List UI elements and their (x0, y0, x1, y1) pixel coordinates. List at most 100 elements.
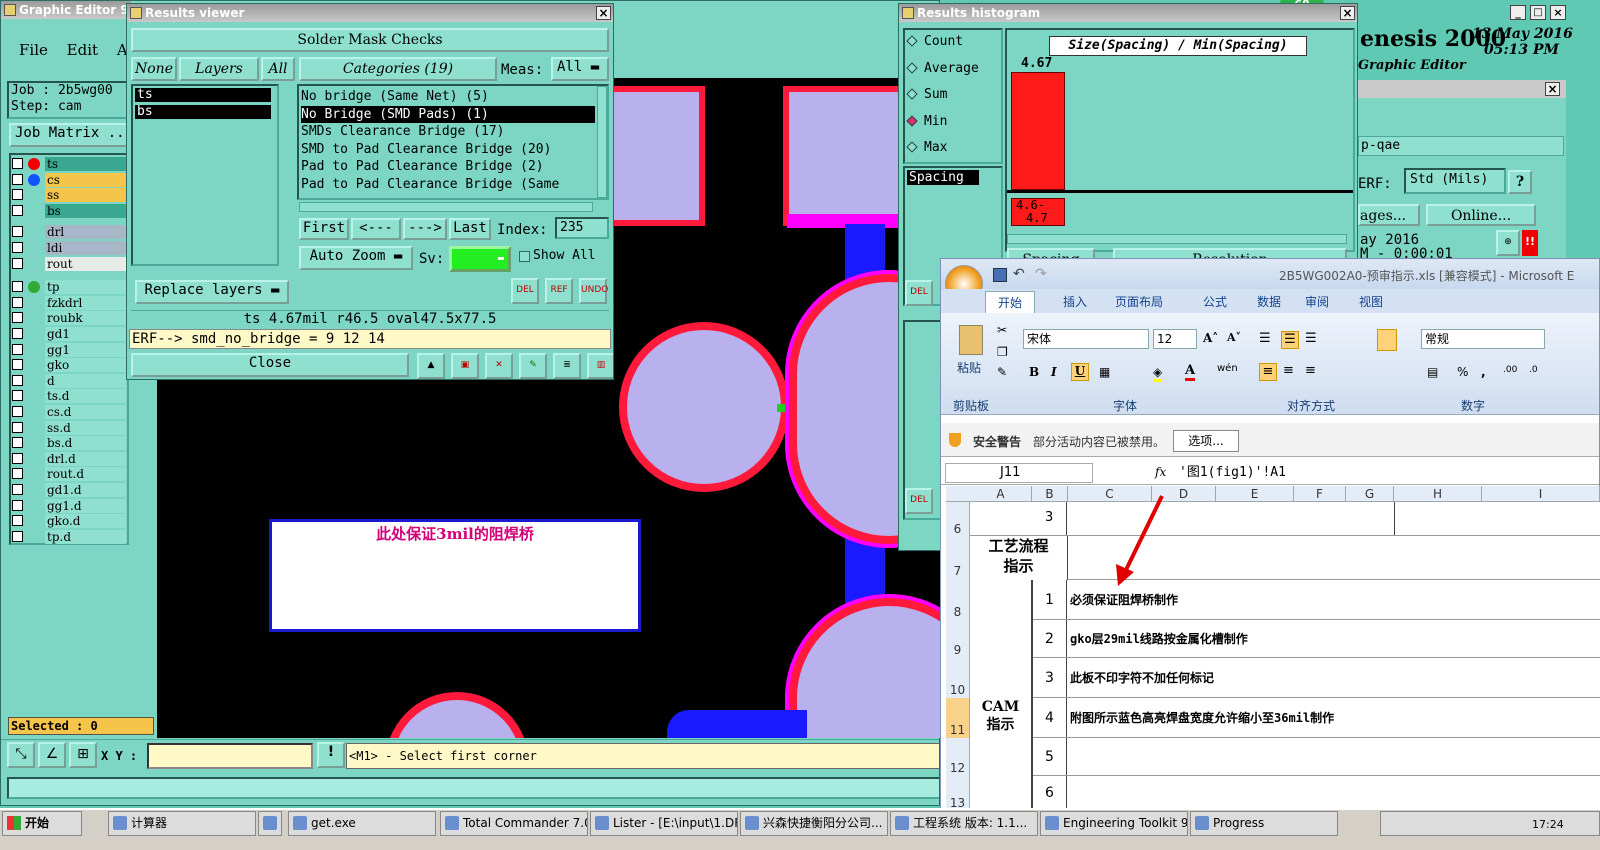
comma-icon[interactable]: , (1481, 365, 1486, 379)
excel-row[interactable]: 10 3 此板不印字符不加任何标记 (946, 658, 1600, 698)
grid-icon[interactable]: ⊞ (69, 742, 97, 768)
layer-row-fzkdrl[interactable]: fzkdrl (11, 295, 126, 311)
row-number[interactable]: 9 (946, 620, 970, 658)
menu-file[interactable]: File (19, 41, 48, 59)
layer-checkbox[interactable] (12, 173, 23, 185)
aggregate-option-sum[interactable]: Sum (906, 87, 947, 103)
copy-icon[interactable]: ❐ (997, 345, 1008, 359)
formula-input[interactable]: '图1(fig1)'!A1 (1179, 464, 1599, 482)
taskbar-item-1[interactable] (258, 811, 282, 836)
layer-checkbox[interactable] (12, 452, 23, 464)
aggregate-option-min[interactable]: Min (906, 114, 947, 130)
column-header-A[interactable]: A (970, 486, 1032, 502)
category-item[interactable]: Pad to Pad Clearance Bridge (Same (301, 176, 595, 193)
layer-row-tp[interactable]: tp (11, 280, 126, 295)
layer-result-ts[interactable]: ts (135, 88, 271, 102)
border-icon[interactable]: ▦ (1099, 365, 1110, 379)
layer-row-drl[interactable]: drl (11, 225, 126, 240)
ref-icon[interactable]: REF (545, 278, 573, 304)
align-left-icon[interactable]: ≡ (1259, 363, 1277, 381)
layer-row-gg1-d[interactable]: gg1.d (11, 498, 126, 514)
layer-checkbox[interactable] (12, 296, 23, 308)
bold-icon[interactable]: B (1029, 365, 1039, 379)
wrap-text-icon[interactable] (1377, 329, 1397, 351)
job-matrix-button[interactable]: Job Matrix .. (9, 123, 129, 147)
format-painter-icon[interactable]: ✎ (997, 365, 1007, 379)
taskbar-item-7[interactable]: Engineering Toolkit 9.0... (1040, 811, 1188, 836)
row-number[interactable]: 10 (946, 658, 970, 698)
layer-row-bs-d[interactable]: bs.d (11, 436, 126, 451)
alert-red-icon[interactable]: !! (1522, 230, 1538, 256)
layer-checkbox[interactable] (12, 499, 23, 511)
tab-none[interactable]: None (131, 57, 177, 81)
field-spacing[interactable]: Spacing (907, 170, 979, 185)
column-header-F[interactable]: F (1294, 486, 1346, 502)
delete-red-icon[interactable]: ✕ (485, 353, 513, 379)
layer-row-tp-d[interactable]: tp.d (11, 529, 126, 545)
categories-button[interactable]: Categories (19) (299, 57, 497, 81)
ribbon-tab-3[interactable]: 公式 (1191, 291, 1239, 312)
show-all-checkbox[interactable] (519, 251, 530, 262)
category-item[interactable]: SMDs Clearance Bridge (17) (301, 123, 595, 140)
layer-row-gko-d[interactable]: gko.d (11, 514, 126, 529)
category-item[interactable]: No Bridge (SMD Pads) (1) (301, 105, 595, 123)
close-button[interactable]: Close (131, 353, 409, 377)
column-header-E[interactable]: E (1216, 486, 1294, 502)
zoom-fit-icon[interactable]: ⤡ (7, 742, 35, 768)
quick-access-redo-icon[interactable]: ↷ (1035, 266, 1047, 282)
ribbon-tab-6[interactable]: 视图 (1347, 291, 1395, 312)
column-header-I[interactable]: I (1482, 486, 1600, 502)
column-header-G[interactable]: G (1346, 486, 1394, 502)
layer-checkbox[interactable] (12, 257, 23, 269)
meas-dropdown[interactable]: All ▬ (551, 57, 609, 81)
currency-icon[interactable]: ▤ (1427, 365, 1438, 379)
percent-icon[interactable]: % (1457, 365, 1468, 379)
next-button[interactable]: ---> (403, 218, 447, 240)
aggregate-option-average[interactable]: Average (906, 61, 979, 77)
layer-row-ldi[interactable]: ldi (11, 241, 126, 256)
quick-access-save-icon[interactable] (993, 268, 1007, 282)
layer-checkbox[interactable] (12, 328, 23, 339)
layer-checkbox[interactable] (12, 226, 23, 238)
menu-edit[interactable]: Edit (67, 41, 98, 59)
histogram-del-icon[interactable]: DEL (905, 280, 933, 306)
layer-checkbox[interactable] (12, 390, 23, 402)
taskbar-item-0[interactable]: 计算器 (108, 811, 256, 836)
side-help-button[interactable]: ? (1508, 170, 1532, 194)
paste-label[interactable]: 粘贴 (957, 359, 981, 376)
align-bottom-icon[interactable]: ☰ (1305, 331, 1317, 346)
row-number[interactable]: 6 (946, 502, 970, 536)
layer-checkbox[interactable] (12, 406, 23, 417)
auto-zoom-dropdown[interactable]: Auto Zoom ▬ (299, 246, 413, 270)
layer-checkbox[interactable] (12, 530, 23, 542)
ribbon-tab-4[interactable]: 数据 (1245, 291, 1293, 312)
shrink-font-icon[interactable]: A˅ (1227, 331, 1241, 344)
close-icon[interactable]: × (1545, 82, 1560, 96)
italic-icon[interactable]: I (1051, 365, 1057, 379)
decrease-decimal-icon[interactable]: .0 (1529, 365, 1538, 375)
increase-decimal-icon[interactable]: .00 (1503, 365, 1517, 375)
close-icon[interactable]: × (1550, 5, 1566, 20)
measure-icon[interactable]: ∠ (38, 742, 66, 768)
aggregate-option-max[interactable]: Max (906, 140, 947, 156)
taskbar-item-4[interactable]: Lister - [E:\input\1.DRR] (590, 811, 738, 836)
cell-item-number[interactable]: 2 (1032, 620, 1066, 658)
replace-layers-dropdown[interactable]: Replace layers ▬ (135, 280, 289, 304)
layer-checkbox[interactable] (12, 421, 23, 433)
layer-row-gko[interactable]: gko (11, 358, 126, 373)
tab-layers[interactable]: Layers (179, 57, 259, 81)
alert-icon[interactable]: ! (317, 742, 345, 768)
layer-row-roubk[interactable]: roubk (11, 311, 126, 326)
layer-checkbox[interactable] (12, 312, 23, 324)
column-header-H[interactable]: H (1394, 486, 1482, 502)
first-button[interactable]: First (299, 218, 349, 240)
screen-icon[interactable]: ▣ (451, 353, 479, 379)
row-number[interactable]: 8 (946, 580, 970, 620)
undo-icon[interactable]: UNDO (579, 278, 608, 304)
zoom-in-icon[interactable]: ⊕ (1496, 230, 1520, 256)
histogram-del-icon-2[interactable]: DEL (905, 488, 933, 514)
layer-row-ts[interactable]: ts (11, 157, 126, 172)
excel-row[interactable]: 8 1 必须保证阻焊桥制作 (946, 580, 1600, 620)
cell-item-number[interactable]: 3 (1032, 658, 1066, 698)
cut-icon[interactable]: ✂ (997, 323, 1007, 337)
